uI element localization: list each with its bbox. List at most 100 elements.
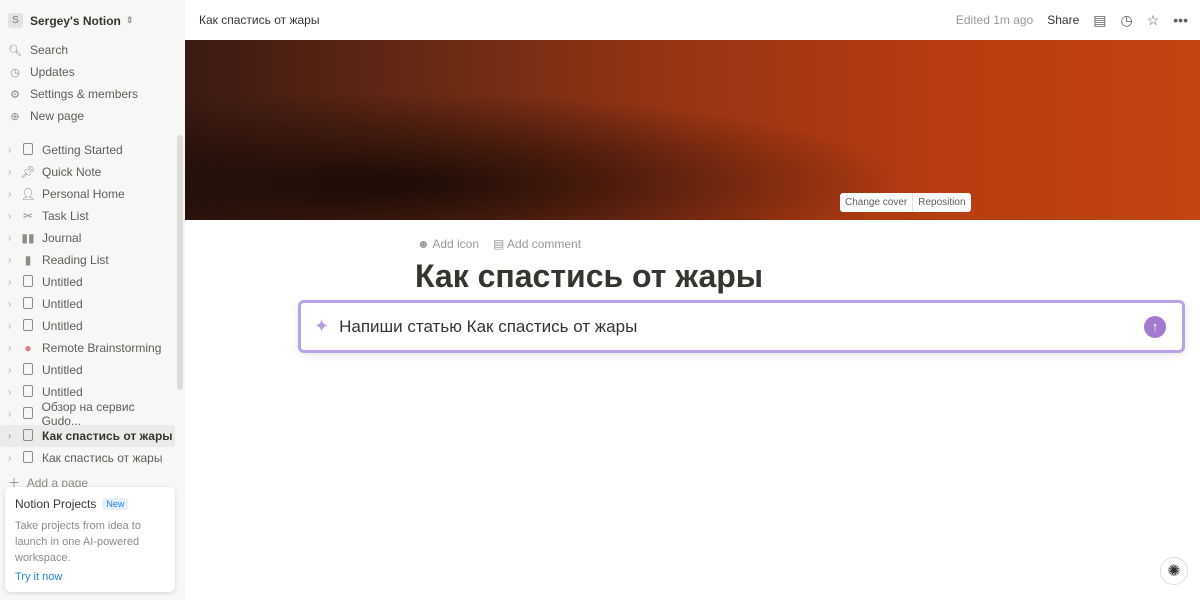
chevron-right-icon[interactable]: › <box>8 189 18 200</box>
ai-prompt-input[interactable]: Напиши статью Как спастись от жары <box>339 317 637 337</box>
page-label: Untitled <box>42 363 83 377</box>
chatgpt-icon[interactable]: ✺ <box>1160 557 1188 585</box>
chevron-right-icon[interactable]: › <box>8 277 18 288</box>
sidebar-page-item[interactable]: › Untitled <box>0 293 175 315</box>
page-label: Untitled <box>42 275 83 289</box>
doc-icon <box>20 406 36 422</box>
sidebar-page-item[interactable]: › ▮▮ Journal <box>0 227 175 249</box>
chevron-right-icon[interactable]: › <box>8 167 18 178</box>
book2-icon: ▮ <box>24 253 32 267</box>
page-label: Обзор на сервис Gudo... <box>41 400 135 428</box>
workspace-switcher[interactable]: S Sergey's Notion ⇕ <box>8 13 133 28</box>
add-icon-button[interactable]: ☻ Add icon <box>417 237 479 251</box>
page-label: Reading List <box>42 253 109 267</box>
doc-icon <box>20 296 36 312</box>
nav-label: Updates <box>30 65 75 79</box>
smiley-icon: ☻ <box>417 237 430 251</box>
clock-icon: ◷ <box>10 66 20 79</box>
sidebar-page-item[interactable]: › 👤︎ Personal Home <box>0 183 175 205</box>
search-icon: 🔍︎ <box>8 44 22 57</box>
breadcrumb[interactable]: Как спастись от жары <box>199 13 319 27</box>
doc-icon <box>20 450 36 466</box>
star-icon[interactable]: ☆ <box>1147 12 1160 29</box>
doc-icon <box>20 384 36 400</box>
pin-icon: 📌︎ <box>20 165 36 179</box>
chevron-right-icon[interactable]: › <box>8 343 18 354</box>
page-label: Journal <box>42 231 82 245</box>
gear-icon: ⚙ <box>10 88 20 101</box>
ai-prompt-box[interactable]: ✦ Напиши статью Как спастись от жары ↑ <box>298 300 1185 353</box>
page-label: Personal Home <box>42 187 125 201</box>
sidebar-search[interactable]: 🔍︎ Search <box>8 40 68 60</box>
chevron-right-icon[interactable]: › <box>8 211 18 222</box>
sidebar-page-item[interactable]: › ✂ Task List <box>0 205 175 227</box>
cover-controls: Change cover Reposition <box>840 193 971 212</box>
brain-icon: ● <box>24 341 32 355</box>
promo-card: Notion Projects New Take projects from id… <box>5 487 175 592</box>
sidebar-page-item[interactable]: › ● Remote Brainstorming <box>0 337 175 359</box>
sidebar-page-item[interactable]: › ▮ Reading List <box>0 249 175 271</box>
page-title[interactable]: Как спастись от жары <box>415 258 763 295</box>
doc-icon <box>20 428 36 444</box>
page-label: Untitled <box>42 297 83 311</box>
sidebar-page-item[interactable]: › Getting Started <box>0 139 175 161</box>
chevron-right-icon[interactable]: › <box>8 431 18 442</box>
topbar: Как спастись от жары Edited 1m ago Share… <box>185 0 1200 40</box>
page-label: Как спастись от жары <box>42 429 173 443</box>
chevron-right-icon[interactable]: › <box>8 387 18 398</box>
reposition-button[interactable]: Reposition <box>912 193 970 212</box>
more-icon[interactable]: ••• <box>1173 12 1188 28</box>
add-comment-button[interactable]: ▤ Add comment <box>493 237 581 251</box>
clock-icon[interactable]: ◷ <box>1121 12 1133 29</box>
try-it-now-link[interactable]: Try it now <box>15 571 165 583</box>
sidebar-settings[interactable]: ⚙ Settings & members <box>8 84 138 104</box>
edited-status: Edited 1m ago <box>955 13 1034 27</box>
comment-icon[interactable]: ▤ <box>1093 12 1106 29</box>
chevron-right-icon[interactable]: › <box>8 321 18 332</box>
promo-description: Take projects from idea to launch in one… <box>15 520 141 564</box>
chevron-right-icon[interactable]: › <box>8 453 18 464</box>
page-label: Untitled <box>42 319 83 333</box>
nav-label: Search <box>30 43 69 57</box>
doc-icon <box>20 318 36 334</box>
page-cover: Change cover Reposition <box>185 40 1200 220</box>
chevron-right-icon[interactable]: › <box>8 299 18 310</box>
sidebar-page-item[interactable]: › Untitled <box>0 271 175 293</box>
sparkle-icon: ✦ <box>314 316 330 336</box>
sidebar-page-item[interactable]: › Как спастись от жары <box>0 425 175 447</box>
page-label: Remote Brainstorming <box>42 341 162 355</box>
sidebar: S Sergey's Notion ⇕ 🔍︎ Search ◷ Updates ⚙ S… <box>0 0 185 600</box>
workspace-avatar: S <box>8 13 23 28</box>
page-label: Getting Started <box>42 143 123 157</box>
sidebar-page-item[interactable]: › Untitled <box>0 315 175 337</box>
chevron-updown-icon: ⇕ <box>125 15 134 25</box>
book-icon: ▮▮ <box>21 231 35 245</box>
workspace-name: Sergey's Notion <box>30 13 121 28</box>
page-meta-actions: ☻ Add icon ▤ Add comment <box>417 237 581 251</box>
doc-icon <box>20 142 36 158</box>
chevron-right-icon[interactable]: › <box>8 145 18 156</box>
person-icon: 👤︎ <box>20 187 36 201</box>
chevron-right-icon[interactable]: › <box>8 255 18 266</box>
share-button[interactable]: Share <box>1047 13 1079 27</box>
sidebar-page-item[interactable]: › Обзор на сервис Gudo... <box>0 400 175 428</box>
sidebar-page-item[interactable]: › Untitled <box>0 359 175 381</box>
page-label: Как спастись от жары <box>42 451 163 465</box>
sidebar-new-page[interactable]: ⊕ New page <box>8 106 84 126</box>
send-arrow-icon[interactable]: ↑ <box>1144 315 1166 338</box>
change-cover-button[interactable]: Change cover <box>840 193 912 212</box>
sidebar-scrollbar[interactable] <box>177 135 183 390</box>
chevron-right-icon[interactable]: › <box>8 233 18 244</box>
scissors-icon: ✂ <box>22 209 34 223</box>
page-label: Quick Note <box>42 165 102 179</box>
chevron-right-icon[interactable]: › <box>8 409 18 420</box>
sidebar-page-item[interactable]: › 📌︎ Quick Note <box>0 161 175 183</box>
add-comment-label: Add comment <box>507 237 582 251</box>
sidebar-updates[interactable]: ◷ Updates <box>8 62 75 82</box>
add-icon-label: Add icon <box>432 237 480 251</box>
doc-icon <box>20 274 36 290</box>
page-label: Task List <box>42 209 89 223</box>
sidebar-page-item[interactable]: › Как спастись от жары <box>0 447 175 469</box>
chevron-right-icon[interactable]: › <box>8 365 18 376</box>
nav-label: New page <box>30 109 85 123</box>
